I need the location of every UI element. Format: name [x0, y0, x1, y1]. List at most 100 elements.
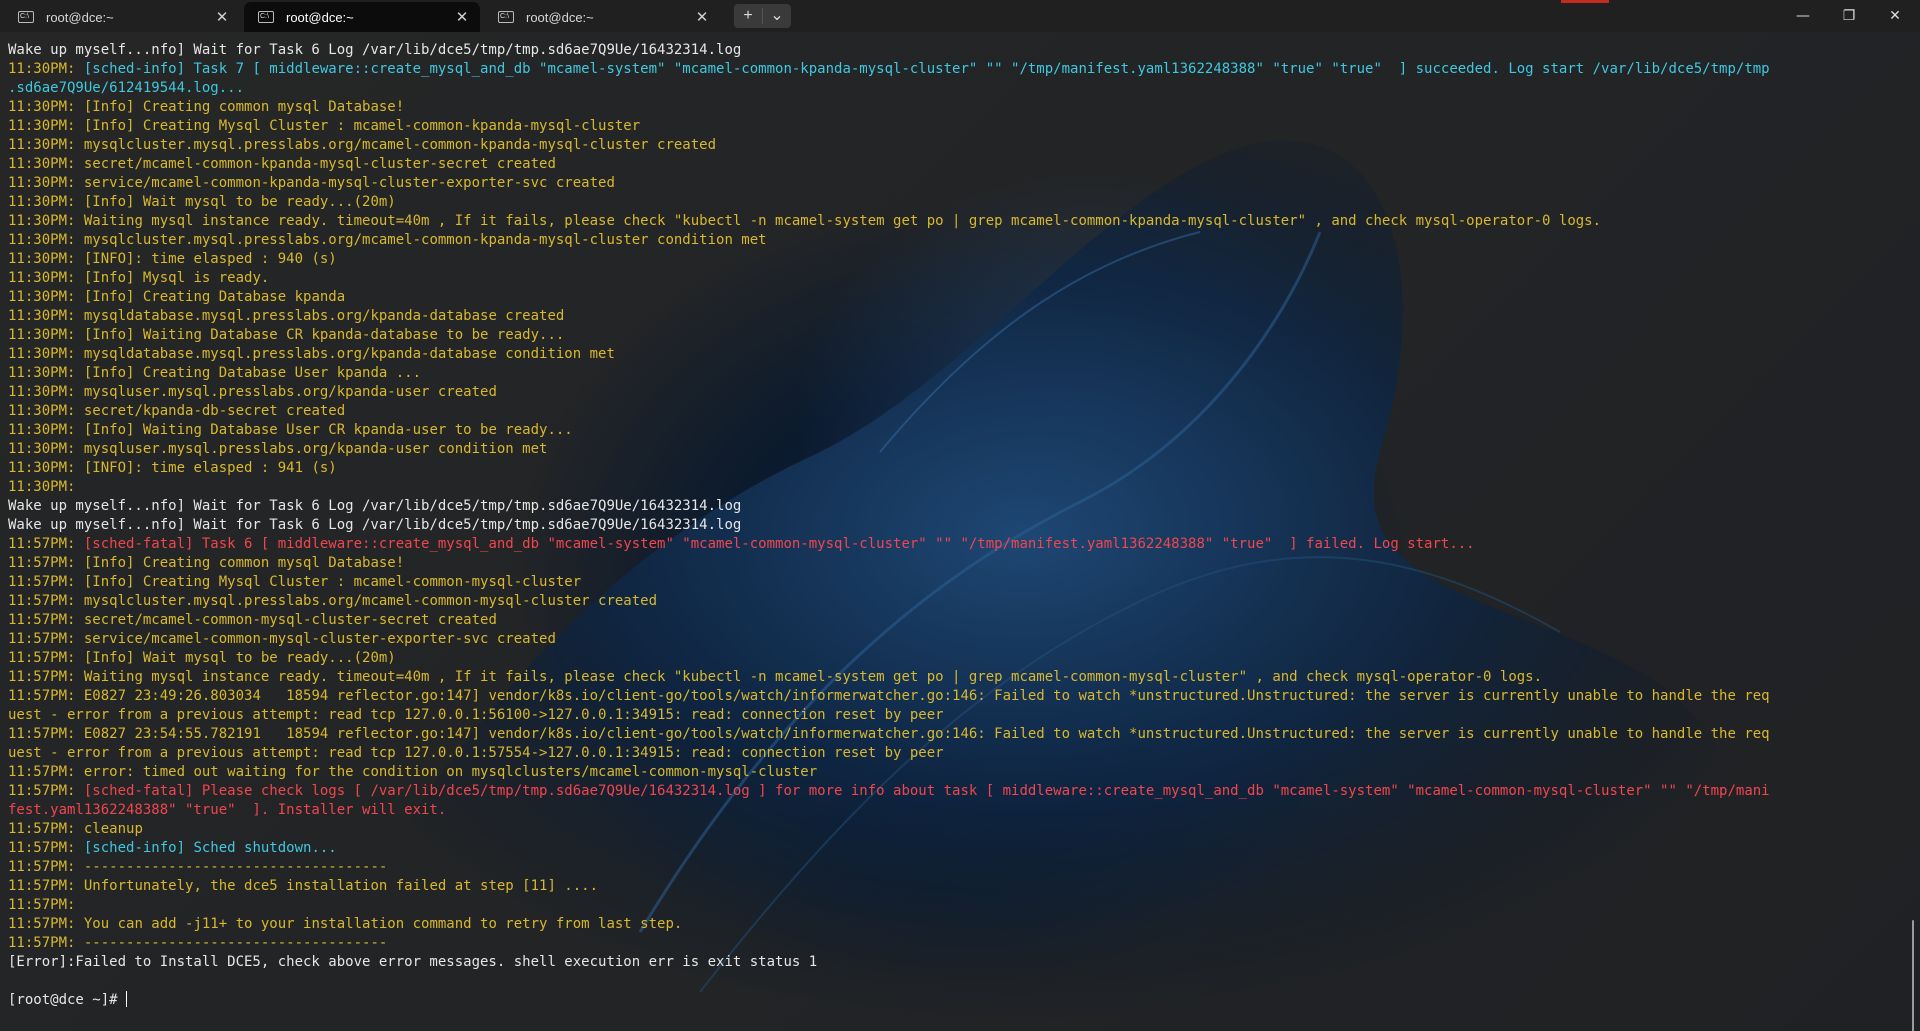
log-timestamp: 11:57PM:	[8, 859, 76, 875]
log-text: [sched-info] Sched shutdown...	[75, 840, 337, 856]
close-window-button[interactable]: ✕	[1872, 0, 1918, 32]
log-text: [Info] Creating common mysql Database!	[75, 99, 405, 115]
terminal-line: 11:30PM: service/mcamel-common-kpanda-my…	[8, 174, 1896, 193]
log-text: Wake up myself...nfo] Wait for Task 6 Lo…	[8, 42, 742, 58]
terminal-icon: C:\	[18, 11, 34, 23]
log-timestamp: 11:57PM:	[8, 764, 76, 780]
log-text: [Info] Wait mysql to be ready...(20m)	[75, 194, 396, 210]
close-tab-icon[interactable]: ✕	[694, 8, 710, 26]
log-timestamp: 11:57PM:	[8, 688, 76, 704]
log-text: [Info] Creating Database User kpanda ...	[75, 365, 422, 381]
log-timestamp: 11:57PM:	[8, 631, 76, 647]
terminal-line: 11:30PM: secret/mcamel-common-kpanda-mys…	[8, 155, 1896, 174]
log-text: service/mcamel-common-kpanda-mysql-clust…	[75, 175, 615, 191]
log-text: [sched-fatal] Please check logs [ /var/l…	[75, 783, 1770, 799]
close-tab-icon[interactable]: ✕	[214, 8, 230, 26]
terminal-line: 11:30PM: [Info] Creating Database kpanda	[8, 288, 1896, 307]
log-timestamp: 11:30PM:	[8, 384, 76, 400]
terminal-line: 11:30PM: [INFO]: time elasped : 940 (s)	[8, 250, 1896, 269]
terminal-line: 11:30PM: [Info] Creating Database User k…	[8, 364, 1896, 383]
log-text: [INFO]: time elasped : 941 (s)	[75, 460, 337, 476]
accent-marker	[1561, 0, 1609, 3]
log-timestamp: 11:30PM:	[8, 479, 76, 495]
log-timestamp: 11:30PM:	[8, 194, 76, 210]
terminal-line: 11:30PM:	[8, 478, 1896, 497]
tab-3[interactable]: C:\ root@dce:~ ✕	[484, 2, 720, 32]
log-timestamp: 11:30PM:	[8, 460, 76, 476]
log-text: [Info] Creating Mysql Cluster : mcamel-c…	[75, 574, 582, 590]
log-timestamp: 11:30PM:	[8, 441, 76, 457]
log-timestamp: 11:57PM:	[8, 555, 76, 571]
log-timestamp: 11:30PM:	[8, 365, 76, 381]
log-timestamp: 11:30PM:	[8, 403, 76, 419]
log-text: [sched-fatal] Task 6 [ middleware::creat…	[75, 536, 1475, 552]
terminal-line: 11:57PM: Waiting mysql instance ready. t…	[8, 668, 1896, 687]
terminal-line: 11:57PM: [sched-info] Sched shutdown...	[8, 839, 1896, 858]
terminal-line: 11:57PM: -------------------------------…	[8, 934, 1896, 953]
log-text: [Info] Wait mysql to be ready...(20m)	[75, 650, 396, 666]
terminal-line: 11:57PM: error: timed out waiting for th…	[8, 763, 1896, 782]
terminal-line: 11:30PM: Waiting mysql instance ready. t…	[8, 212, 1896, 231]
minimize-button[interactable]: —	[1780, 0, 1826, 32]
terminal-line: 11:57PM:	[8, 896, 1896, 915]
shell-prompt[interactable]: [root@dce ~]#	[8, 992, 126, 1008]
log-timestamp: 11:57PM:	[8, 783, 76, 799]
log-text: mysqldatabase.mysql.presslabs.org/kpanda…	[75, 346, 615, 362]
terminal-line: 11:57PM: [sched-fatal] Please check logs…	[8, 782, 1896, 801]
log-text: ------------------------------------	[75, 859, 388, 875]
log-text: Waiting mysql instance ready. timeout=40…	[75, 669, 1543, 685]
log-timestamp: 11:57PM:	[8, 593, 76, 609]
close-tab-icon[interactable]: ✕	[454, 8, 470, 26]
scrollbar-thumb[interactable]	[1912, 920, 1914, 1031]
log-text: mysqlcluster.mysql.presslabs.org/mcamel-…	[75, 137, 717, 153]
log-text: [Info] Creating Mysql Cluster : mcamel-c…	[75, 118, 641, 134]
log-text: uest - error from a previous attempt: re…	[8, 745, 944, 761]
log-text: [Info] Creating Database kpanda	[75, 289, 346, 305]
log-timestamp: 11:30PM:	[8, 346, 76, 362]
log-text: mysqluser.mysql.presslabs.org/kpanda-use…	[75, 384, 497, 400]
tab-1[interactable]: C:\ root@dce:~ ✕	[4, 2, 240, 32]
terminal-line: 11:57PM: You can add -j11+ to your insta…	[8, 915, 1896, 934]
log-text: secret/mcamel-common-mysql-cluster-secre…	[75, 612, 497, 628]
log-text: [Error]:Failed to Install DCE5, check ab…	[8, 954, 818, 970]
terminal-line: 11:30PM: mysqluser.mysql.presslabs.org/k…	[8, 383, 1896, 402]
log-timestamp: 11:57PM:	[8, 612, 76, 628]
terminal-line: 11:57PM: [sched-fatal] Task 6 [ middlewa…	[8, 535, 1896, 554]
terminal-line: 11:57PM: E0827 23:49:26.803034 18594 ref…	[8, 687, 1896, 706]
tab-label: root@dce:~	[526, 9, 594, 25]
log-text: Unfortunately, the dce5 installation fai…	[75, 878, 599, 894]
terminal-line: 11:57PM: -------------------------------…	[8, 858, 1896, 877]
tab-2[interactable]: C:\ root@dce:~ ✕	[244, 2, 480, 32]
log-timestamp: 11:30PM:	[8, 270, 76, 286]
log-text: ------------------------------------	[75, 935, 388, 951]
maximize-button[interactable]: ❐	[1826, 0, 1872, 32]
chevron-down-icon[interactable]: ⌄	[763, 4, 791, 28]
terminal-line: 11:30PM: mysqluser.mysql.presslabs.org/k…	[8, 440, 1896, 459]
terminal-line: 11:30PM: [Info] Creating common mysql Da…	[8, 98, 1896, 117]
new-tab-button[interactable]: +	[734, 4, 762, 28]
log-timestamp: 11:30PM:	[8, 118, 76, 134]
terminal-line: 11:57PM: Unfortunately, the dce5 install…	[8, 877, 1896, 896]
log-timestamp: 11:30PM:	[8, 251, 76, 267]
terminal-line: 11:30PM: mysqlcluster.mysql.presslabs.or…	[8, 231, 1896, 250]
log-text: cleanup	[75, 821, 143, 837]
terminal-line: 11:57PM: E0827 23:54:55.782191 18594 ref…	[8, 725, 1896, 744]
log-text: mysqlcluster.mysql.presslabs.org/mcamel-…	[75, 593, 658, 609]
terminal-line: [root@dce ~]#	[8, 991, 1896, 1010]
log-timestamp: 11:57PM:	[8, 574, 76, 590]
log-text: [INFO]: time elasped : 940 (s)	[75, 251, 337, 267]
terminal-icon: C:\	[498, 11, 514, 23]
log-timestamp: 11:30PM:	[8, 213, 76, 229]
log-text: [Info] Waiting Database CR kpanda-databa…	[75, 327, 565, 343]
terminal-line: 11:30PM: [Info] Waiting Database CR kpan…	[8, 326, 1896, 345]
terminal-line: 11:30PM: [INFO]: time elasped : 941 (s)	[8, 459, 1896, 478]
log-text: mysqluser.mysql.presslabs.org/kpanda-use…	[75, 441, 548, 457]
terminal-line: 11:30PM: [Info] Mysql is ready.	[8, 269, 1896, 288]
log-text: Waiting mysql instance ready. timeout=40…	[75, 213, 1602, 229]
terminal-line: 11:30PM: [Info] Wait mysql to be ready..…	[8, 193, 1896, 212]
log-text: error: timed out waiting for the conditi…	[75, 764, 818, 780]
terminal-pane[interactable]: Wake up myself...nfo] Wait for Task 6 Lo…	[0, 32, 1920, 1031]
terminal-line: 11:30PM: secret/kpanda-db-secret created	[8, 402, 1896, 421]
log-text: E0827 23:54:55.782191 18594 reflector.go…	[75, 726, 1770, 742]
